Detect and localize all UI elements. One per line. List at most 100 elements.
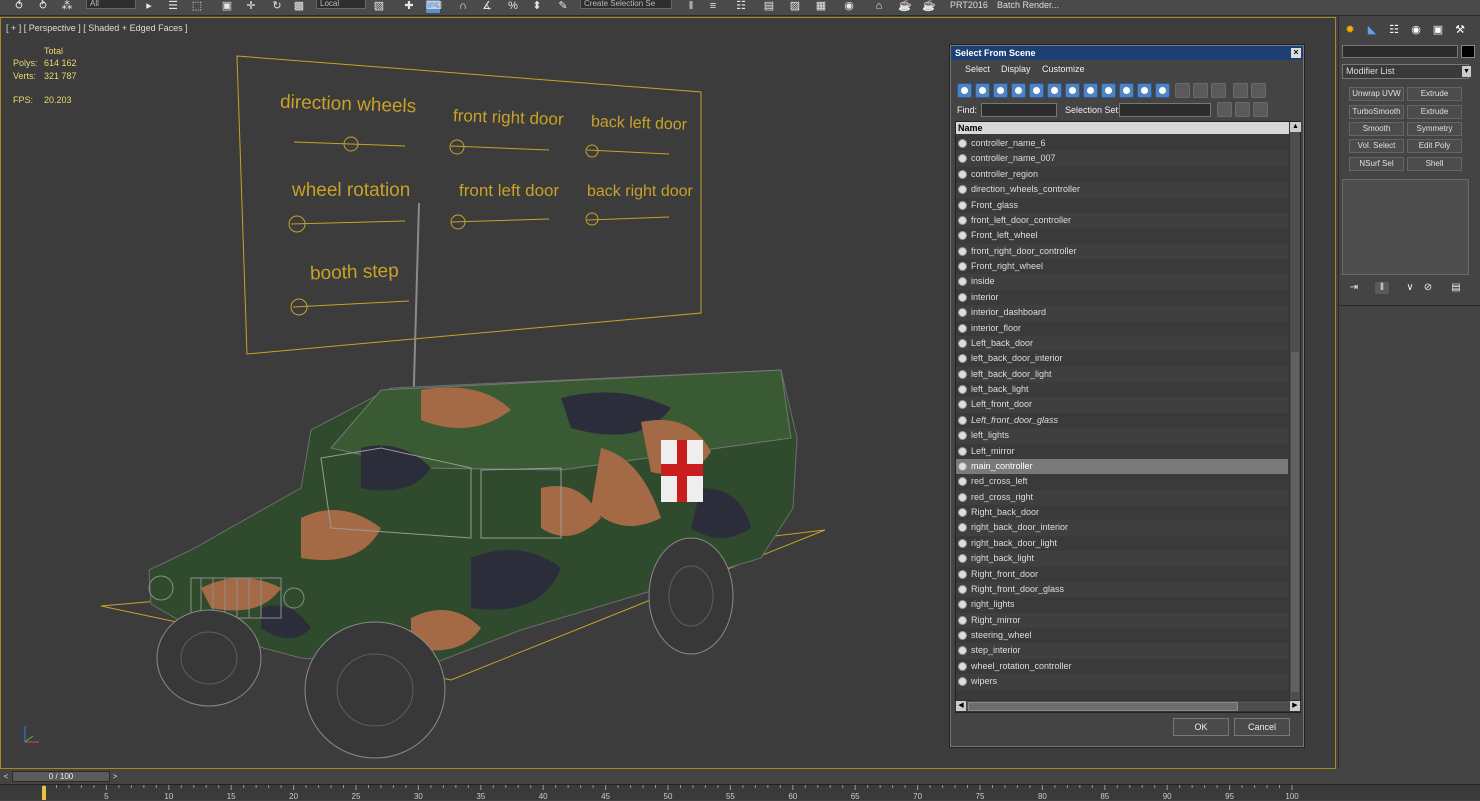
prt-label[interactable]: PRT2016 (950, 0, 988, 10)
shell-button[interactable]: Shell (1407, 157, 1462, 171)
select-object-icon[interactable]: ▸ (142, 0, 156, 13)
extrude-button[interactable]: Extrude (1407, 87, 1462, 101)
render-setup-icon[interactable]: ⌂ (872, 0, 886, 13)
layer-dropdown[interactable]: All (86, 0, 136, 9)
modifier-list-dropdown[interactable]: Modifier List ▼ (1342, 64, 1471, 79)
list-item[interactable]: Right_back_door (956, 505, 1288, 520)
display-hidden-icon[interactable] (1155, 83, 1170, 98)
list-item[interactable]: right_back_door_light (956, 536, 1288, 551)
display-containers-icon[interactable] (1119, 83, 1134, 98)
display-cameras-icon[interactable] (1011, 83, 1026, 98)
list-item[interactable]: direction_wheels_controller (956, 182, 1288, 198)
menu-display[interactable]: Display (1001, 64, 1031, 74)
list-item[interactable]: red_cross_left (956, 474, 1288, 489)
keyboard-shortcut-override-icon[interactable]: ⌨ (426, 0, 442, 13)
display-lights-icon[interactable] (993, 83, 1008, 98)
modifier-stack[interactable] (1342, 179, 1469, 275)
move-icon[interactable]: ✛ (244, 0, 258, 13)
pivot-center-icon[interactable]: ▧ (372, 0, 386, 13)
cancel-button[interactable]: Cancel (1234, 718, 1290, 736)
reference-coordinate-dropdown[interactable]: Local (316, 0, 366, 9)
modify-tab-icon[interactable]: ◣ (1365, 23, 1379, 37)
align-icon[interactable]: ≡ (706, 0, 720, 13)
list-item[interactable]: right_back_light (956, 551, 1288, 567)
scene-explorer-icon[interactable]: ☷ (734, 0, 748, 13)
unwrap-uvw-button[interactable]: Unwrap UVW (1349, 87, 1404, 101)
scene-object-list[interactable]: Name controller_name_6 controller_name_00… (955, 121, 1301, 713)
list-item[interactable]: controller_region (956, 167, 1288, 182)
display-groups-icon[interactable] (1065, 83, 1080, 98)
vol-select-button[interactable]: Vol. Select (1349, 139, 1404, 153)
add-to-selection-set-icon[interactable] (1235, 102, 1250, 117)
angle-snap-icon[interactable]: ∡ (480, 0, 494, 13)
rotate-icon[interactable]: ↻ (270, 0, 284, 13)
unlink-icon[interactable]: ⥁ (36, 0, 50, 13)
list-item[interactable]: Front_left_wheel (956, 228, 1288, 243)
object-color-swatch[interactable] (1461, 45, 1475, 58)
scroll-left-icon[interactable]: ◀ (956, 701, 966, 711)
list-item[interactable]: front_left_door_controller (956, 212, 1288, 229)
select-none-icon[interactable] (1193, 83, 1208, 98)
list-item[interactable]: Left_front_door_glass (956, 413, 1288, 428)
mirror-icon[interactable]: ‖ (684, 0, 698, 13)
display-frozen-icon[interactable] (1137, 83, 1152, 98)
find-input[interactable] (981, 103, 1057, 117)
scale-icon[interactable]: ▩ (292, 0, 306, 13)
horizontal-scroll-thumb[interactable] (968, 702, 1238, 711)
window-crossing-icon[interactable]: ▣ (220, 0, 234, 13)
nsurf-sel-button[interactable]: NSurf Sel (1349, 157, 1404, 171)
close-icon[interactable]: × (1291, 48, 1301, 58)
menu-customize[interactable]: Customize (1042, 64, 1085, 74)
scroll-right-icon[interactable]: ▶ (1290, 701, 1300, 711)
list-item[interactable]: Left_back_door (956, 335, 1288, 352)
list-item[interactable]: front_right_door_controller (956, 243, 1288, 259)
list-item[interactable]: left_back_door_interior (956, 351, 1288, 366)
symmetry-button[interactable]: Symmetry (1407, 122, 1462, 136)
display-spacewarps-icon[interactable] (1047, 83, 1062, 98)
list-item[interactable]: wheel_rotation_controller (956, 659, 1288, 674)
list-item[interactable]: red_cross_right (956, 489, 1288, 505)
edit-named-selection-icon[interactable]: ✎ (556, 0, 570, 13)
list-item[interactable]: left_back_door_light (956, 366, 1288, 382)
snaps-toggle-icon[interactable]: ∩ (456, 0, 470, 13)
create-tab-icon[interactable]: ✹ (1343, 23, 1357, 37)
vertical-scrollbar[interactable]: ▲ ▼ (1289, 122, 1301, 712)
time-next-icon[interactable]: > (110, 771, 120, 782)
remove-from-selection-set-icon[interactable] (1253, 102, 1268, 117)
list-item[interactable]: Left_mirror (956, 444, 1288, 459)
select-all-icon[interactable] (1175, 83, 1190, 98)
make-unique-icon[interactable]: ∨ (1403, 282, 1417, 294)
time-prev-icon[interactable]: < (1, 771, 11, 782)
select-manipulate-icon[interactable]: ✚ (402, 0, 416, 13)
configure-modifier-sets-icon[interactable]: ▤ (1449, 282, 1463, 294)
list-item[interactable]: inside (956, 274, 1288, 290)
batch-render-button[interactable]: Batch Render... (997, 0, 1059, 10)
smooth-button[interactable]: Smooth (1349, 122, 1404, 136)
utilities-tab-icon[interactable]: ⚒ (1453, 23, 1467, 37)
named-selection-dropdown[interactable]: Create Selection Se (580, 0, 672, 9)
select-by-name-icon[interactable]: ☰ (166, 0, 180, 13)
pin-stack-icon[interactable]: ⇥ (1347, 282, 1361, 294)
link-icon[interactable]: ⥀ (12, 0, 26, 13)
schematic-view-icon[interactable]: ▦ (814, 0, 828, 13)
list-item[interactable]: Right_front_door (956, 567, 1288, 582)
selection-set-dropdown[interactable] (1119, 103, 1211, 117)
motion-tab-icon[interactable]: ◉ (1409, 23, 1423, 37)
list-item[interactable]: main_controller (956, 458, 1288, 475)
list-item[interactable]: left_lights (956, 428, 1288, 444)
display-bones-icon[interactable] (1101, 83, 1116, 98)
display-shapes-icon[interactable] (975, 83, 990, 98)
extrude-button-2[interactable]: Extrude (1407, 105, 1462, 119)
chevron-down-icon[interactable]: ▼ (1462, 66, 1471, 77)
filter-icon[interactable] (1233, 83, 1248, 98)
turbosmooth-button[interactable]: TurboSmooth (1349, 105, 1404, 119)
viewport-label[interactable]: [ + ] [ Perspective ] [ Shaded + Edged F… (6, 23, 188, 33)
list-item[interactable]: controller_name_6 (956, 136, 1288, 151)
list-item[interactable]: controller_name_007 (956, 151, 1288, 167)
create-selection-set-icon[interactable] (1217, 102, 1232, 117)
display-xrefs-icon[interactable] (1083, 83, 1098, 98)
list-item[interactable]: Right_mirror (956, 612, 1288, 628)
time-slider[interactable]: 0 / 100 (12, 771, 110, 782)
show-end-result-icon[interactable]: ‖ (1375, 282, 1389, 294)
bind-spacewarp-icon[interactable]: ⁂ (60, 0, 74, 13)
